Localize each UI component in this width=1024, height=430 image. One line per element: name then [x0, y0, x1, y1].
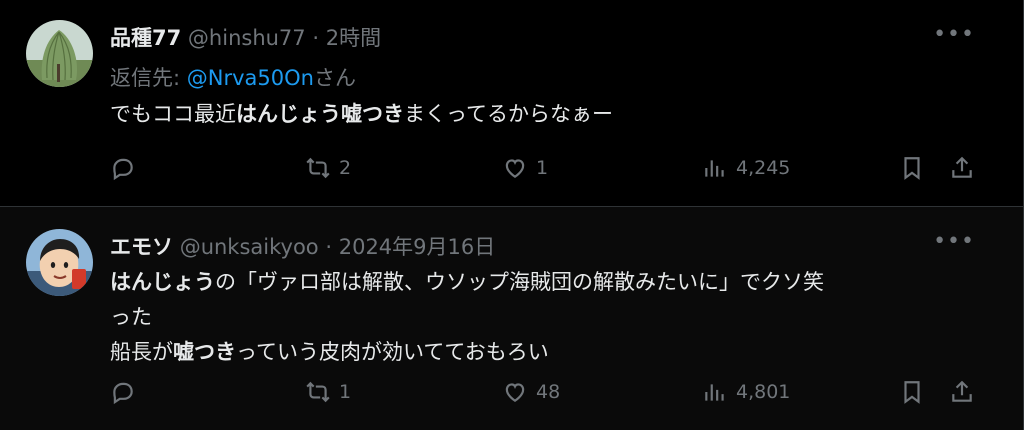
- repost-count: 2: [339, 157, 352, 179]
- heart-icon: [505, 383, 525, 402]
- avatar-willow-image: [26, 20, 93, 87]
- share-button[interactable]: [949, 155, 975, 181]
- separator-dot: ·: [312, 26, 320, 50]
- like-count: 1: [536, 157, 549, 179]
- bookmark-button[interactable]: [899, 379, 925, 405]
- more-options-icon[interactable]: •••: [933, 22, 975, 47]
- post-body-line: はんじょうの「ヴァロ部は解散、ウソップ海賊団の解散みたいに」でクソ笑: [110, 265, 990, 300]
- body-text-bold: はんじょう: [110, 270, 215, 294]
- like-button[interactable]: 1: [502, 155, 548, 181]
- post-header: 品種77 @hinshu77 · 2時間: [110, 22, 381, 52]
- reply-to-mention-link[interactable]: @Nrva50On: [187, 66, 314, 90]
- like-count: 48: [536, 381, 561, 403]
- display-name[interactable]: エモソ: [110, 235, 173, 259]
- reply-icon: [113, 382, 133, 405]
- body-text: 船長が: [110, 340, 173, 364]
- post-timestamp[interactable]: 2024年9月16日: [339, 235, 496, 259]
- views-button[interactable]: 4,245: [702, 155, 790, 181]
- reply-button[interactable]: [110, 155, 136, 181]
- share-icon: [952, 380, 972, 402]
- more-options-icon[interactable]: •••: [933, 229, 975, 254]
- user-handle[interactable]: @hinshu77: [188, 26, 306, 50]
- action-bar: 2 1 4,245: [110, 155, 980, 185]
- share-button[interactable]: [949, 379, 975, 405]
- repost-icon: [306, 157, 330, 179]
- avatar-cartoon-image: [26, 229, 93, 296]
- repost-icon: [306, 381, 330, 403]
- post-body-line: 船長が嘘つきっていう皮肉が効いてておもろい: [110, 335, 990, 370]
- views-chart-icon: [705, 384, 724, 401]
- post-body-line: でもココ最近はんじょう嘘つきまくってるからなぁー: [110, 97, 990, 132]
- views-chart-icon: [705, 160, 724, 177]
- reply-icon: [113, 158, 133, 181]
- user-handle[interactable]: @unksaikyoo: [180, 235, 319, 259]
- avatar-hinshu77[interactable]: [26, 20, 93, 87]
- views-count: 4,801: [736, 381, 791, 403]
- reply-to-prefix: 返信先:: [110, 66, 187, 90]
- views-button[interactable]: 4,801: [702, 379, 790, 405]
- body-text: の「ヴァロ部は解散、ウソップ海賊団の解散みたいに」でクソ笑: [215, 270, 824, 294]
- timeline: 品種77 @hinshu77 · 2時間 ••• 返信先: @Nrva50Onさ…: [0, 0, 1024, 430]
- bookmark-icon: [904, 381, 920, 404]
- like-button[interactable]: 48: [502, 379, 560, 405]
- views-count: 4,245: [736, 157, 791, 179]
- separator-dot: ·: [325, 235, 333, 259]
- body-text: まくってるからなぁー: [404, 102, 613, 126]
- bookmark-button[interactable]: [899, 155, 925, 181]
- share-icon: [952, 156, 972, 178]
- body-text: った: [110, 305, 152, 329]
- repost-button[interactable]: 2: [305, 155, 351, 181]
- post-body-line: った: [110, 300, 990, 335]
- repost-button[interactable]: 1: [305, 379, 351, 405]
- post-timestamp[interactable]: 2時間: [326, 26, 381, 50]
- body-text: でもココ最近: [110, 102, 236, 126]
- reply-button[interactable]: [110, 379, 136, 405]
- body-text-bold: 嘘つき: [173, 340, 236, 364]
- body-text: っていう皮肉が効いてておもろい: [236, 340, 549, 364]
- heart-icon: [505, 159, 525, 178]
- post-unksaikyoo[interactable]: エモソ @unksaikyoo · 2024年9月16日 ••• はんじょうの「…: [0, 206, 1024, 430]
- body-text-bold: はんじょう嘘つき: [236, 102, 404, 126]
- avatar-unksaikyoo[interactable]: [26, 229, 93, 296]
- action-bar: 1 48 4,801: [110, 379, 980, 409]
- bookmark-icon: [904, 157, 920, 180]
- reply-to-suffix: さん: [313, 66, 356, 90]
- post-body: でもココ最近はんじょう嘘つきまくってるからなぁー: [110, 97, 990, 132]
- post-hinshu77[interactable]: 品種77 @hinshu77 · 2時間 ••• 返信先: @Nrva50Onさ…: [0, 0, 1024, 206]
- post-header: エモソ @unksaikyoo · 2024年9月16日: [110, 231, 495, 261]
- reply-to-line: 返信先: @Nrva50Onさん: [110, 62, 356, 92]
- display-name[interactable]: 品種77: [110, 26, 181, 50]
- post-body: はんじょうの「ヴァロ部は解散、ウソップ海賊団の解散みたいに」でクソ笑 った 船長…: [110, 265, 990, 370]
- repost-count: 1: [339, 381, 352, 403]
